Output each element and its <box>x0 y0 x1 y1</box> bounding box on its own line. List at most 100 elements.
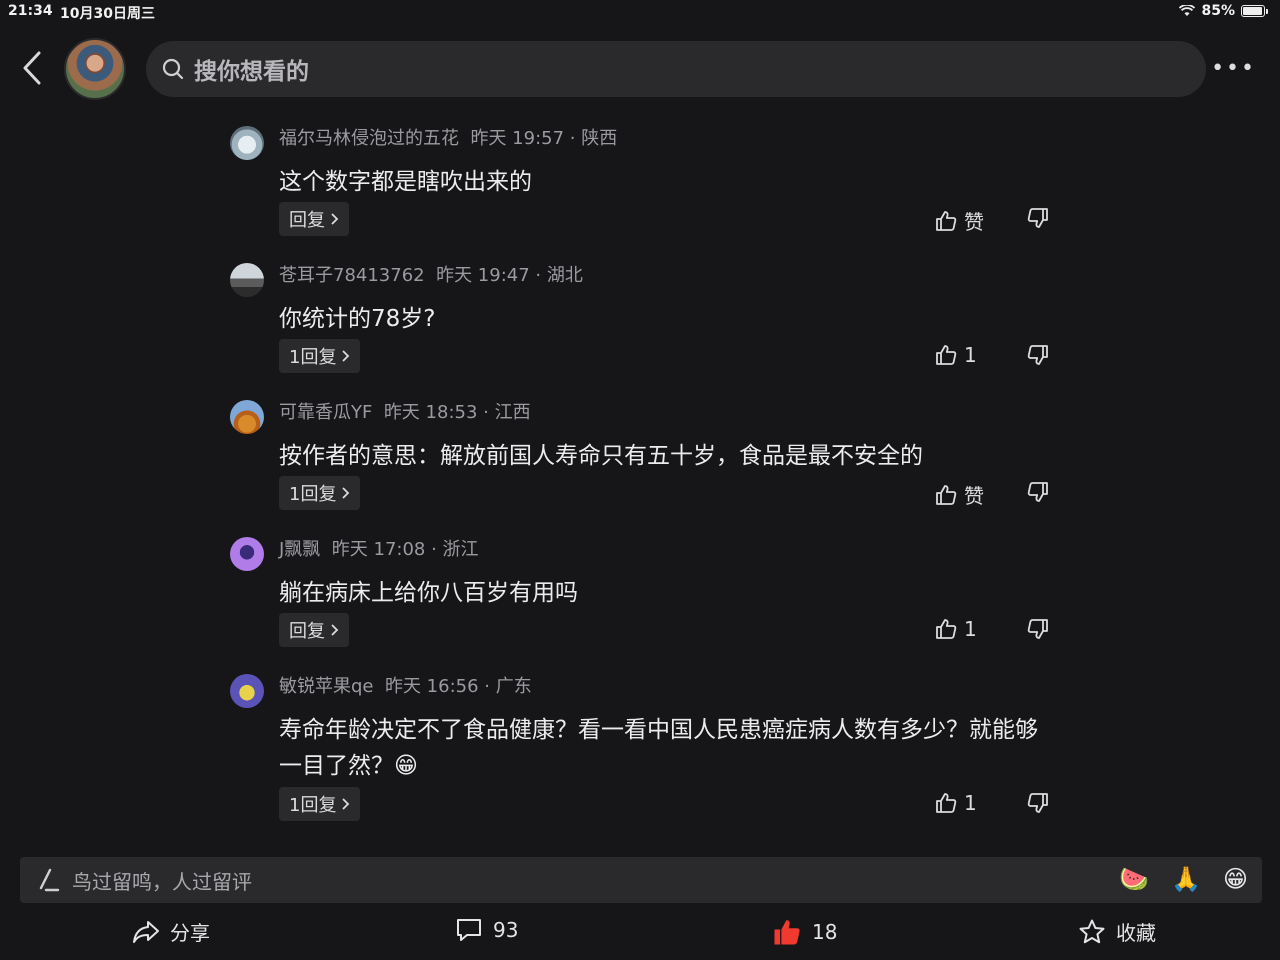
wifi-icon <box>1179 5 1196 16</box>
dislike-button[interactable] <box>1026 617 1050 645</box>
pen-icon <box>38 868 60 892</box>
like-button[interactable]: 1 <box>934 791 977 815</box>
comment-location: 江西 <box>494 402 531 423</box>
avatar[interactable] <box>230 126 264 160</box>
battery-percent: 85% <box>1201 3 1235 19</box>
like-label: 赞 <box>964 484 984 508</box>
comment-location: 陕西 <box>581 128 618 149</box>
comment-time: 昨天 18:53 <box>383 402 478 423</box>
reply-label: 回复 <box>289 210 325 231</box>
comment-text: 躺在病床上给你八百岁有用吗 <box>279 580 578 606</box>
dislike-button[interactable] <box>1026 343 1050 371</box>
like-label: 1 <box>964 791 977 815</box>
comment-text: 你统计的78岁? <box>279 306 436 332</box>
watermelon-emoji[interactable]: 🍉 <box>1119 865 1149 893</box>
comment-user[interactable]: J飘飘 <box>279 539 320 560</box>
thumb-down-icon <box>1027 793 1048 813</box>
comment-text: 按作者的意思：解放前国人寿命只有五十岁，食品是最不安全的 <box>279 443 923 469</box>
comment-location: 浙江 <box>442 539 479 560</box>
share-label: 分享 <box>170 921 210 945</box>
status-time: 21:34 <box>8 3 53 19</box>
status-bar: 21:34 10月30日周三 85% <box>0 0 1280 24</box>
comment-user[interactable]: 敏锐苹果qe <box>279 676 374 697</box>
back-icon <box>23 51 41 85</box>
comment-meta: J飘飘 昨天 17:08 · 浙江 <box>279 539 479 560</box>
like-button[interactable]: 1 <box>934 617 977 641</box>
like-button[interactable]: 赞 <box>934 480 984 509</box>
share-icon <box>133 920 159 943</box>
reply-button[interactable]: 1回复 <box>279 787 361 821</box>
comment-text: 寿命年龄决定不了食品健康？看一看中国人民患癌症病人数有多少？就能够一目了然？😁 <box>279 717 1038 779</box>
avatar[interactable] <box>230 263 264 297</box>
avatar[interactable] <box>230 537 264 571</box>
more-button[interactable]: ••• <box>1211 56 1256 81</box>
bottom-action-bar: 分享 93 18 收藏 <box>0 905 1280 960</box>
thumb-down-icon <box>1027 345 1048 365</box>
like-article-button[interactable]: 18 <box>772 917 837 947</box>
thumb-up-icon <box>936 793 957 813</box>
like-button[interactable]: 赞 <box>934 206 984 235</box>
thumb-down-icon <box>1027 619 1048 639</box>
reply-label: 1回复 <box>289 484 337 505</box>
comment-icon <box>457 919 481 941</box>
avatar[interactable] <box>230 674 264 708</box>
status-date: 10月30日周三 <box>60 6 155 22</box>
search-input[interactable]: 搜你想看的 <box>146 41 1206 97</box>
thumb-up-icon <box>936 484 957 505</box>
thumb-up-icon <box>774 920 800 945</box>
quick-emoji-row: 🍉 🙏 😁 <box>1119 865 1248 893</box>
reply-button[interactable]: 回复 <box>279 613 349 647</box>
comment-meta: 苍耳子78413762 昨天 19:47 · 湖北 <box>279 265 583 286</box>
comment-meta: 福尔马林侵泡过的五花 昨天 19:57 · 陕西 <box>279 128 618 149</box>
thumb-down-icon <box>1027 208 1048 228</box>
star-icon <box>1079 919 1105 943</box>
grin-emoji[interactable]: 😁 <box>1223 865 1248 893</box>
chevron-right-icon <box>342 487 350 499</box>
comment-user[interactable]: 福尔马林侵泡过的五花 <box>279 128 459 149</box>
pray-emoji[interactable]: 🙏 <box>1171 865 1201 893</box>
back-button[interactable] <box>18 50 46 86</box>
reply-label: 回复 <box>289 621 325 642</box>
search-placeholder: 搜你想看的 <box>194 59 309 85</box>
dislike-button[interactable] <box>1026 791 1050 819</box>
comment-button[interactable]: 93 <box>455 917 518 943</box>
thumb-up-icon <box>936 210 957 231</box>
author-avatar[interactable] <box>64 38 126 100</box>
status-right: 85% <box>1179 3 1268 19</box>
like-label: 1 <box>964 617 977 641</box>
comment-meta: 敏锐苹果qe 昨天 16:56 · 广东 <box>279 676 532 697</box>
favorite-label: 收藏 <box>1116 921 1156 945</box>
comment-time: 昨天 17:08 <box>331 539 426 560</box>
dislike-button[interactable] <box>1026 480 1050 508</box>
avatar[interactable] <box>230 400 264 434</box>
comment-meta: 可靠香瓜YF 昨天 18:53 · 江西 <box>279 402 531 423</box>
thumb-up-icon <box>936 619 957 639</box>
search-icon <box>162 58 184 80</box>
reply-label: 1回复 <box>289 347 337 368</box>
comment-user[interactable]: 苍耳子78413762 <box>279 265 425 286</box>
comment-placeholder: 鸟过留鸣，人过留评 <box>72 869 252 894</box>
reply-label: 1回复 <box>289 795 337 816</box>
battery-icon <box>1241 5 1265 17</box>
dislike-button[interactable] <box>1026 206 1050 234</box>
favorite-button[interactable]: 收藏 <box>1078 917 1156 946</box>
more-icon: ••• <box>1211 56 1256 81</box>
comment-input[interactable]: 鸟过留鸣，人过留评 🍉 🙏 😁 <box>20 857 1262 903</box>
thumb-up-icon <box>936 345 957 365</box>
comment-location: 广东 <box>495 676 532 697</box>
chevron-right-icon <box>342 350 350 362</box>
comment-time: 昨天 19:57 <box>470 128 565 149</box>
comment-count: 93 <box>493 918 519 942</box>
reply-button[interactable]: 1回复 <box>279 339 361 373</box>
reply-button[interactable]: 回复 <box>279 202 349 236</box>
comment-user[interactable]: 可靠香瓜YF <box>279 402 372 423</box>
comment-time: 昨天 19:47 <box>436 265 530 286</box>
like-label: 赞 <box>964 210 984 234</box>
share-button[interactable]: 分享 <box>132 917 210 946</box>
comment-time: 昨天 16:56 <box>384 676 479 697</box>
like-button[interactable]: 1 <box>934 343 977 367</box>
top-bar: 搜你想看的 ••• <box>0 36 1280 100</box>
reply-button[interactable]: 1回复 <box>279 476 361 510</box>
comment-location: 湖北 <box>546 265 583 286</box>
like-count: 18 <box>812 920 838 944</box>
